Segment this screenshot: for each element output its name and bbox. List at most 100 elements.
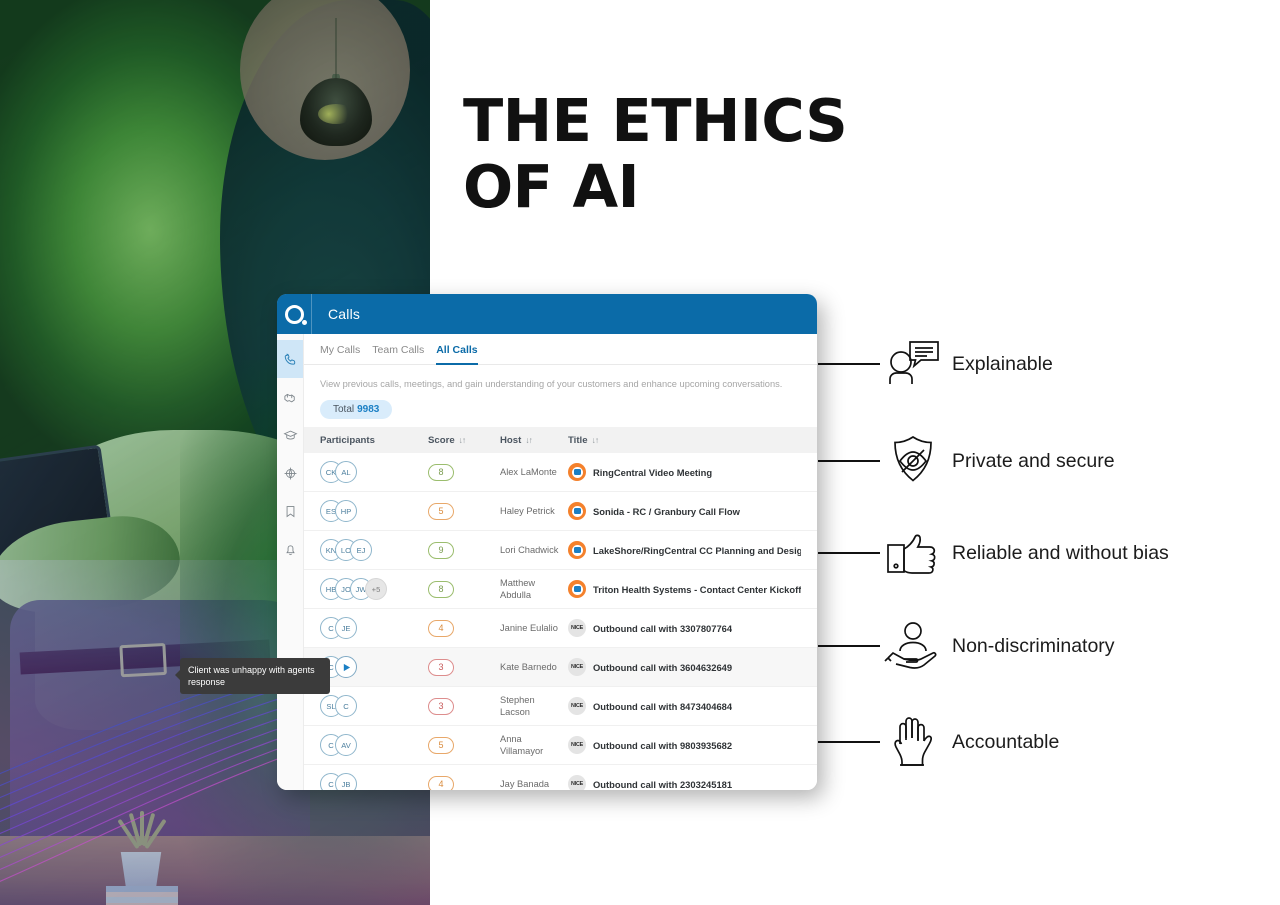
- row-title-text[interactable]: Sonida - RC / Granbury Call Flow: [593, 506, 740, 517]
- row-title-text[interactable]: RingCentral Video Meeting: [593, 467, 712, 478]
- pillar-label: Explainable: [952, 352, 1053, 375]
- sidebar-item-learning[interactable]: [277, 416, 303, 454]
- row-title-cell: NICE Outbound call with 3307807764: [568, 619, 801, 637]
- column-title[interactable]: Title ↓↑: [568, 435, 801, 446]
- sort-icon: ↓↑: [591, 435, 599, 445]
- row-score-cell: 3: [428, 697, 500, 715]
- avatar: JE: [335, 617, 357, 639]
- tab-my-calls[interactable]: My Calls: [320, 344, 360, 364]
- connector-line: [818, 644, 880, 648]
- connector-line: [818, 459, 880, 463]
- table-row[interactable]: C 3 Kate Barnedo NICE Outbound call with 360…: [304, 648, 817, 687]
- avatar: AL: [335, 461, 357, 483]
- row-host: Janine Eulalio: [500, 622, 558, 633]
- row-host: Alex LaMonte: [500, 466, 557, 477]
- app-sidebar: [277, 334, 304, 790]
- row-host: Lori Chadwick: [500, 544, 559, 555]
- ringcentral-video-icon: [568, 502, 586, 520]
- row-participants: CK AL: [320, 461, 428, 483]
- nice-icon: NICE: [568, 658, 586, 676]
- handshake-icon: [283, 393, 295, 402]
- table-row[interactable]: SL C 3 Stephen Lacson NICE Outbound call with…: [304, 687, 817, 726]
- hand-holding-person-icon: [880, 620, 946, 672]
- poster-root: THE ETHICS OF AI Calls My Calls Team Cal…: [0, 0, 1280, 905]
- row-score-cell: 3: [428, 658, 500, 676]
- circle-dot-logo-icon: [284, 304, 307, 325]
- row-score-cell: 4: [428, 775, 500, 790]
- row-host: Matthew Abdulla: [500, 577, 536, 600]
- pillar-accountable: Accountable: [818, 714, 1059, 770]
- phone-icon: [284, 353, 295, 365]
- app-logo[interactable]: [277, 294, 312, 334]
- total-badge: Total 9983: [320, 400, 393, 419]
- column-host[interactable]: Host ↓↑: [500, 435, 568, 446]
- connector-line: [818, 362, 880, 366]
- tab-team-calls[interactable]: Team Calls: [372, 344, 424, 364]
- row-title-text[interactable]: Triton Health Systems - Contact Center K…: [593, 584, 801, 595]
- ringcentral-video-icon: [568, 541, 586, 559]
- table-row[interactable]: C AV 5 Anna Villamayor NICE Outbound call wit…: [304, 726, 817, 765]
- avatar: HP: [335, 500, 357, 522]
- app-topbar: Calls: [277, 294, 817, 334]
- table-row[interactable]: KN LO EJ 9 Lori Chadwick LakeShore/RingCentra…: [304, 531, 817, 570]
- score-badge: 5: [428, 502, 454, 520]
- row-title-cell: RingCentral Video Meeting: [568, 463, 801, 481]
- score-badge: 4: [428, 775, 454, 790]
- play-icon[interactable]: [335, 656, 357, 678]
- sidebar-item-bookmarks[interactable]: [277, 492, 303, 530]
- row-host: Jay Banada: [500, 778, 550, 789]
- score-badge: 8: [428, 580, 454, 598]
- table-row[interactable]: CK AL 8 Alex LaMonte RingCentral Video Meeti…: [304, 453, 817, 492]
- row-title-text[interactable]: Outbound call with 3307807764: [593, 623, 732, 634]
- row-title-cell: LakeShore/RingCentral CC Planning and De…: [568, 541, 801, 559]
- pillar-private-secure: Private and secure: [818, 433, 1115, 489]
- page-description: View previous calls, meetings, and gain …: [320, 379, 783, 389]
- row-participants: C JE: [320, 617, 428, 639]
- sidebar-item-calls[interactable]: [277, 340, 303, 378]
- row-tooltip: Client was unhappy with agents response: [175, 658, 330, 695]
- row-score-cell: 5: [428, 502, 500, 520]
- table-row[interactable]: HB JO JW +5 8 Matthew Abdulla Triton Health Sy…: [304, 570, 817, 609]
- score-badge: 3: [428, 658, 454, 676]
- nice-icon: NICE: [568, 736, 586, 754]
- pillar-label: Accountable: [952, 730, 1060, 753]
- score-badge: 8: [428, 463, 454, 481]
- score-badge: 3: [428, 697, 454, 715]
- tab-all-calls[interactable]: All Calls: [436, 344, 479, 365]
- column-participants[interactable]: Participants: [320, 435, 428, 446]
- row-title-text[interactable]: Outbound call with 3604632649: [593, 662, 732, 673]
- sidebar-item-insights[interactable]: [277, 454, 303, 492]
- connector-line: [818, 740, 880, 744]
- row-title-text[interactable]: LakeShore/RingCentral CC Planning and De…: [593, 545, 801, 556]
- pillar-label: Reliable and without bias: [952, 541, 1169, 564]
- sort-icon: ↓↑: [458, 435, 466, 445]
- row-title-text[interactable]: Outbound call with 9803935682: [593, 740, 732, 751]
- table-row[interactable]: ES HP 5 Haley Petrick Sonida - RC / Granbury…: [304, 492, 817, 531]
- app-body: My Calls Team Calls All Calls View previ…: [277, 334, 817, 790]
- row-title-cell: NICE Outbound call with 3604632649: [568, 658, 801, 676]
- score-badge: 9: [428, 541, 454, 559]
- table-row[interactable]: C JE 4 Janine Eulalio NICE Outbound call with…: [304, 609, 817, 648]
- pillar-label: Private and secure: [952, 449, 1115, 472]
- row-title-text[interactable]: Outbound call with 8473404684: [593, 701, 732, 712]
- thumbs-up-icon: [880, 528, 946, 578]
- row-title-text[interactable]: Outbound call with 2303245181: [593, 779, 732, 790]
- bell-icon: [285, 544, 295, 555]
- app-window: Calls My Calls Team Calls All Calls View…: [277, 294, 817, 790]
- ringcentral-video-icon: [568, 580, 586, 598]
- pillar-non-discriminatory: Non-discriminatory: [818, 620, 1115, 672]
- ringcentral-video-icon: [568, 463, 586, 481]
- sort-icon: ↓↑: [525, 435, 532, 445]
- row-score-cell: 4: [428, 619, 500, 637]
- sidebar-item-coaching[interactable]: [277, 378, 303, 416]
- table-body: CK AL 8 Alex LaMonte RingCentral Video Meeti…: [304, 453, 817, 790]
- table-row[interactable]: C JB 4 Jay Banada NICE Outbound call with 230…: [304, 765, 817, 790]
- sidebar-item-notifications[interactable]: [277, 530, 303, 568]
- pillar-label: Non-discriminatory: [952, 634, 1115, 657]
- avatar: AV: [335, 734, 357, 756]
- graduation-cap-icon: [282, 430, 298, 439]
- row-participants: SL C: [320, 695, 428, 717]
- avatar: JB: [335, 773, 357, 790]
- column-score[interactable]: Score ↓↑: [428, 435, 500, 446]
- avatar-overflow-count: +5: [365, 578, 387, 600]
